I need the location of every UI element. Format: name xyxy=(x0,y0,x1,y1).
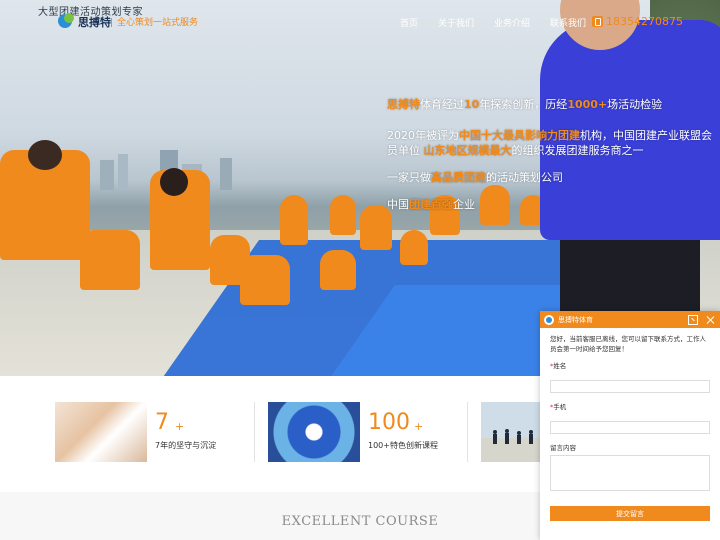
participant xyxy=(80,230,140,290)
nav-about[interactable]: 关于我们 xyxy=(438,16,474,29)
hero-line-4: 中国团建百强企业 xyxy=(387,197,717,212)
name-label: *姓名 xyxy=(550,360,710,370)
hero-text: 场活动检验 xyxy=(607,98,663,111)
hero-text: 年探索创新，历经 xyxy=(479,98,568,111)
divider xyxy=(467,402,468,462)
logo-slogan: 全心策划一站式服务 xyxy=(110,15,198,28)
message-label: 留言内容 xyxy=(550,444,576,452)
name-field[interactable] xyxy=(550,380,710,393)
main-nav: 首页 关于我们 业务介绍 联系我们 xyxy=(400,16,606,29)
feature-item: 100 + 100+特色创新课程 xyxy=(268,402,458,462)
hero-text: 2020年被评为 xyxy=(387,129,459,142)
hero-highlight: 高品质团建 xyxy=(431,171,486,184)
participant xyxy=(240,255,290,305)
feature-number: 100 xyxy=(368,410,410,435)
participant xyxy=(280,195,308,245)
logo-icon[interactable] xyxy=(58,12,76,28)
participant-head xyxy=(160,168,188,196)
phone-field[interactable] xyxy=(550,421,710,434)
hero-text: 的组织发展团建服务商之一 xyxy=(511,144,644,157)
feature-item: 7 + 7年的坚守与沉淀 xyxy=(55,402,245,462)
divider xyxy=(254,402,255,462)
nav-services[interactable]: 业务介绍 xyxy=(494,16,530,29)
hero-line-2: 2020年被评为中国十大最具影响力团建机构，中国团建产业联盟会员单位 山东地区规… xyxy=(387,128,717,158)
hero-highlight: 团建百强 xyxy=(409,198,453,211)
chat-body: 您好，当前客服已离线，您可以留下联系方式，工作人员会第一时间给予您回复！ *姓名… xyxy=(540,328,720,521)
phone-icon xyxy=(592,16,603,27)
chat-header[interactable]: 思搏特体育 xyxy=(540,311,720,328)
submit-button[interactable]: 提交留言 xyxy=(550,506,710,521)
message-field[interactable] xyxy=(550,455,710,491)
hero-highlight: 1000+ xyxy=(567,98,608,111)
chat-title: 思搏特体育 xyxy=(558,315,593,324)
hero-highlight: 山东地区规模最大 xyxy=(423,144,512,157)
hero-text: 体育经过 xyxy=(420,98,464,111)
participant-head xyxy=(28,140,62,170)
hero-highlight: 中国十大最具影响力团建 xyxy=(459,129,580,142)
circle-hands-photo-icon xyxy=(268,402,360,462)
feature-number: 7 xyxy=(155,410,169,435)
phone-label: *手机 xyxy=(550,401,710,411)
offline-message: 您好，当前客服已离线，您可以留下联系方式，工作人员会第一时间给予您回复！ xyxy=(550,335,706,353)
hero-text: 企业 xyxy=(453,198,475,211)
nav-contact[interactable]: 联系我们 xyxy=(550,16,586,29)
feature-label: 100+特色创新课程 xyxy=(368,441,438,450)
team-photo-icon xyxy=(55,402,147,462)
label-text: 手机 xyxy=(553,403,567,411)
hero-text: 一家只做 xyxy=(387,171,431,184)
feature-plus: + xyxy=(414,420,424,433)
label-text: 姓名 xyxy=(553,362,567,370)
close-icon[interactable] xyxy=(706,315,716,325)
hero-highlight: 思搏特 xyxy=(387,98,420,111)
feature-label: 7年的坚守与沉淀 xyxy=(155,441,217,450)
hero-line-3: 一家只做高品质团建的活动策划公司 xyxy=(387,170,717,185)
minimize-icon[interactable] xyxy=(688,314,698,325)
nav-home[interactable]: 首页 xyxy=(400,16,418,29)
hero-highlight: 10 xyxy=(464,98,480,111)
phone-number[interactable]: 18354270875 xyxy=(592,15,683,28)
chat-widget: 思搏特体育 您好，当前客服已离线，您可以留下联系方式，工作人员会第一时间给予您回… xyxy=(540,311,720,540)
feature-plus: + xyxy=(175,420,185,433)
participant xyxy=(320,250,356,290)
logo-name[interactable]: 思搏特 xyxy=(78,14,111,30)
hero-text: 中国 xyxy=(387,198,409,211)
hero-copy: 思搏特体育经过10年探索创新，历经1000+场活动检验 2020年被评为中国十大… xyxy=(387,97,717,224)
feature-item xyxy=(481,402,541,462)
site-header: 大型团建活动策划专家 思搏特 全心策划一站式服务 首页 关于我们 业务介绍 联系… xyxy=(0,0,720,40)
participant xyxy=(400,230,428,265)
participant xyxy=(330,195,356,235)
phone-text: 18354270875 xyxy=(606,15,683,28)
avatar xyxy=(544,314,554,325)
hero-text: 的活动策划公司 xyxy=(486,171,563,184)
hero-line-1: 思搏特体育经过10年探索创新，历经1000+场活动检验 xyxy=(387,97,717,112)
runners-photo-icon xyxy=(481,402,541,462)
